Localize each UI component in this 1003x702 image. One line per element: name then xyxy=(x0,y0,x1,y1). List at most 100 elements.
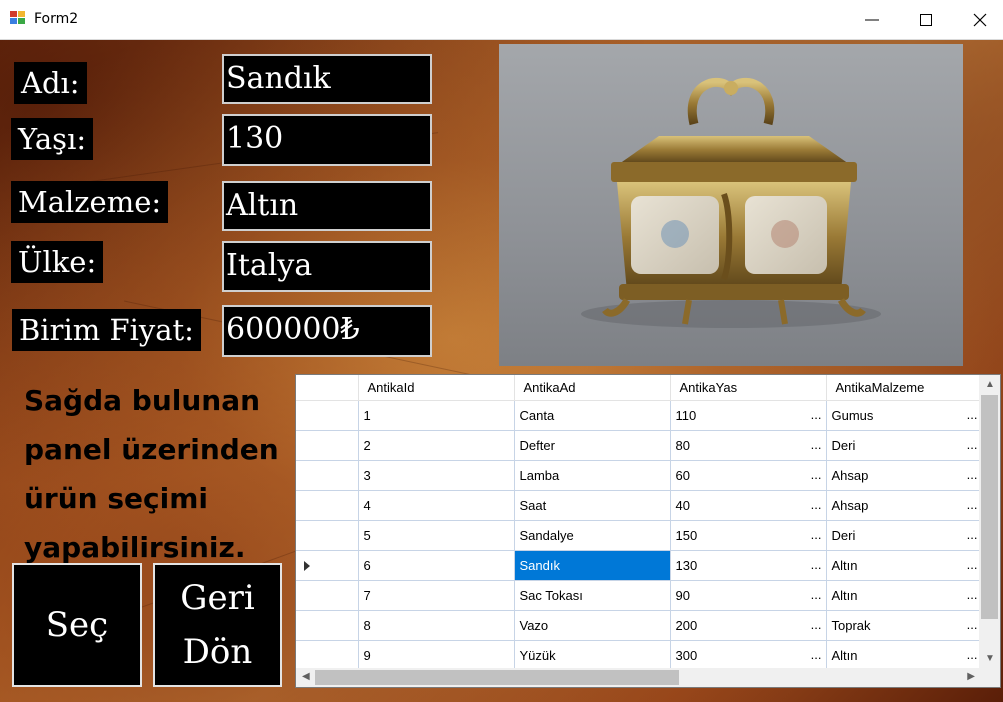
scrollbar-corner xyxy=(979,668,1000,687)
cell-ellipsis: ... xyxy=(966,497,978,512)
country-label: Ülke: xyxy=(11,241,104,283)
table-row[interactable]: 3 Lamba 60... Ahsap... xyxy=(296,460,983,491)
grid-cell-name[interactable]: Sac Tokası xyxy=(514,580,671,611)
close-button[interactable] xyxy=(957,0,1003,39)
column-header[interactable]: AntikaYas xyxy=(670,375,827,401)
scroll-left-icon[interactable]: ◀ xyxy=(302,672,310,682)
table-row-current[interactable]: 6 Sandık 130... Altın... xyxy=(296,550,983,581)
grid-cell-material[interactable]: Ahsap... xyxy=(826,490,983,521)
material-label: Malzeme: xyxy=(11,181,169,223)
row-header[interactable] xyxy=(296,460,359,491)
vertical-scrollbar[interactable]: ▲ ▼ xyxy=(979,375,1000,669)
grid-cell-age[interactable]: 60... xyxy=(670,460,827,491)
grid-cell-material[interactable]: Deri... xyxy=(826,430,983,461)
grid-cell-age[interactable]: 40... xyxy=(670,490,827,521)
column-header[interactable]: AntikaId xyxy=(358,375,515,401)
cell-text: Ahsap xyxy=(831,498,869,513)
cell-text: Gumus xyxy=(831,408,874,423)
column-header[interactable]: AntikaAd xyxy=(514,375,671,401)
grid-cell-id[interactable]: 4 xyxy=(358,490,515,521)
row-header[interactable] xyxy=(296,610,359,641)
row-header[interactable] xyxy=(296,430,359,461)
grid-cell-material[interactable]: Altın... xyxy=(826,550,983,581)
grid-cell-name-selected[interactable]: Sandık xyxy=(514,550,671,581)
grid-cell-name[interactable]: Vazo xyxy=(514,610,671,641)
back-button[interactable]: Geri Dön xyxy=(153,563,282,687)
grid-cell-age[interactable]: 200... xyxy=(670,610,827,641)
column-header[interactable]: AntikaMalzeme xyxy=(826,375,983,401)
grid-cell-material[interactable]: Altın... xyxy=(826,640,983,671)
unit-price-field[interactable]: 600000₺ xyxy=(222,305,432,357)
grid-cell-age[interactable]: 300... xyxy=(670,640,827,671)
table-row[interactable]: 9 Yüzük 300... Altın... xyxy=(296,640,983,671)
grid-cell-id[interactable]: 6 xyxy=(358,550,515,581)
country-field[interactable]: Italya xyxy=(222,241,432,292)
cell-text: Altın xyxy=(831,648,858,663)
minimize-icon xyxy=(865,19,879,21)
cell-ellipsis: ... xyxy=(966,647,978,662)
table-row[interactable]: 2 Defter 80... Deri... xyxy=(296,430,983,461)
grid-cell-material[interactable]: Altın... xyxy=(826,580,983,611)
grid-cell-age[interactable]: 110... xyxy=(670,400,827,431)
scroll-right-icon[interactable]: ▶ xyxy=(967,672,975,682)
select-button[interactable]: Seç xyxy=(12,563,142,687)
horizontal-scroll-thumb[interactable] xyxy=(315,670,679,685)
scroll-up-icon[interactable]: ▲ xyxy=(985,380,995,390)
grid-cell-name[interactable]: Lamba xyxy=(514,460,671,491)
cell-ellipsis: ... xyxy=(810,437,822,452)
vertical-scroll-thumb[interactable] xyxy=(981,395,998,619)
grid-cell-age[interactable]: 130... xyxy=(670,550,827,581)
cell-text: 130 xyxy=(675,558,698,573)
grid-cell-name[interactable]: Canta xyxy=(514,400,671,431)
material-field[interactable]: Altın xyxy=(222,181,432,231)
grid-cell-age[interactable]: 90... xyxy=(670,580,827,611)
grid-cell-id[interactable]: 5 xyxy=(358,520,515,551)
grid-cell-age[interactable]: 150... xyxy=(670,520,827,551)
grid-cell-age[interactable]: 80... xyxy=(670,430,827,461)
antique-data-grid[interactable]: AntikaId AntikaAd AntikaYas AntikaMalzem… xyxy=(295,374,1001,688)
grid-cell-id[interactable]: 1 xyxy=(358,400,515,431)
age-field[interactable]: 130 xyxy=(222,114,432,166)
grid-cell-material[interactable]: Gumus... xyxy=(826,400,983,431)
cell-text: Altın xyxy=(831,588,858,603)
cell-text: Deri xyxy=(831,528,856,543)
table-row[interactable]: 4 Saat 40... Ahsap... xyxy=(296,490,983,521)
grid-cell-name[interactable]: Sandalye xyxy=(514,520,671,551)
row-header[interactable] xyxy=(296,580,359,611)
row-header-corner xyxy=(296,375,359,401)
grid-cell-name[interactable]: Saat xyxy=(514,490,671,521)
horizontal-scrollbar[interactable]: ◀ ▶ xyxy=(296,668,981,687)
grid-cell-material[interactable]: Ahsap... xyxy=(826,460,983,491)
window-title: Form2 xyxy=(34,11,79,27)
row-header[interactable] xyxy=(296,640,359,671)
maximize-button[interactable] xyxy=(903,0,949,39)
grid-cell-id[interactable]: 7 xyxy=(358,580,515,611)
scroll-down-icon[interactable]: ▼ xyxy=(985,654,995,664)
grid-cell-material[interactable]: Deri... xyxy=(826,520,983,551)
cell-text: 40 xyxy=(675,498,690,513)
grid-cell-id[interactable]: 8 xyxy=(358,610,515,641)
table-row[interactable]: 7 Sac Tokası 90... Altın... xyxy=(296,580,983,611)
grid-cell-name[interactable]: Defter xyxy=(514,430,671,461)
grid-cell-id[interactable]: 9 xyxy=(358,640,515,671)
cell-text: Altın xyxy=(831,558,858,573)
cell-text: 80 xyxy=(675,438,690,453)
cell-text: 60 xyxy=(675,468,690,483)
row-header[interactable] xyxy=(296,520,359,551)
table-row[interactable]: 8 Vazo 200... Toprak... xyxy=(296,610,983,641)
row-header[interactable] xyxy=(296,550,359,581)
grid-cell-id[interactable]: 3 xyxy=(358,460,515,491)
minimize-button[interactable] xyxy=(849,0,895,39)
cell-ellipsis: ... xyxy=(810,527,822,542)
row-header[interactable] xyxy=(296,490,359,521)
table-row[interactable]: 5 Sandalye 150... Deri... xyxy=(296,520,983,551)
grid-cell-id[interactable]: 2 xyxy=(358,430,515,461)
hint-line: Sağda bulunan xyxy=(24,384,261,417)
row-header[interactable] xyxy=(296,400,359,431)
cell-text: Deri xyxy=(831,438,856,453)
grid-cell-name[interactable]: Yüzük xyxy=(514,640,671,671)
grid-cell-material[interactable]: Toprak... xyxy=(826,610,983,641)
name-field[interactable]: Sandık xyxy=(222,54,432,104)
cell-ellipsis: ... xyxy=(966,557,978,572)
table-row[interactable]: 1 Canta 110... Gumus... xyxy=(296,400,983,431)
